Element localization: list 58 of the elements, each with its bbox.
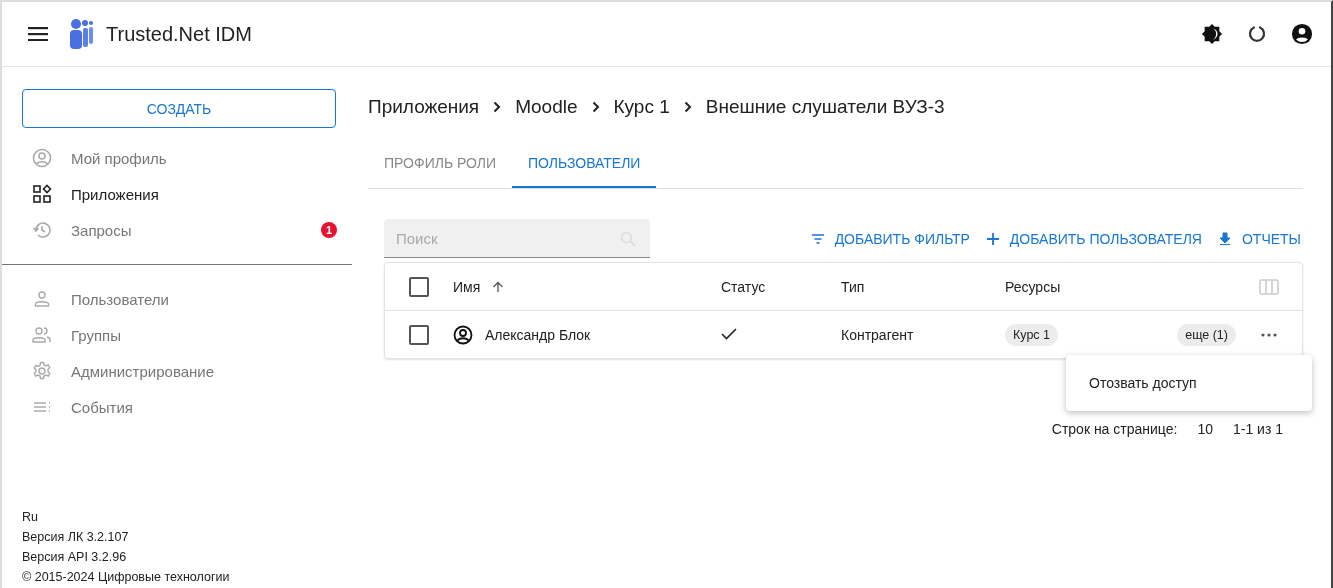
user-avatar-icon: [453, 324, 473, 345]
breadcrumb-link[interactable]: Приложения: [368, 96, 480, 118]
footer-text: Версия API 3.2.96: [22, 550, 128, 564]
nav-item[interactable]: Мой профиль: [32, 140, 352, 176]
column-header[interactable]: Ресурсы: [1005, 278, 1061, 295]
column-header[interactable]: Статус: [721, 278, 766, 295]
action-button[interactable]: ДОБАВИТЬ ФИЛЬТР: [808, 230, 972, 247]
column-header[interactable]: Имя: [453, 278, 481, 295]
breadcrumb-link[interactable]: Moodle: [515, 96, 578, 118]
rows-per-page-select[interactable]: 10: [1197, 421, 1213, 437]
chevron-icon: [683, 101, 692, 113]
nav-icon: [32, 325, 52, 345]
account-icon[interactable]: [1291, 23, 1313, 45]
chevron-icon: [591, 101, 600, 113]
more-chip[interactable]: еще (1): [1177, 323, 1236, 346]
table-cell: Контрагент: [841, 326, 914, 343]
app-title: Trusted.Net IDM: [106, 22, 252, 46]
spinner-icon: [1247, 24, 1267, 44]
checkbox[interactable]: [409, 324, 429, 345]
nav-item[interactable]: Группы: [32, 317, 352, 353]
nav-icon: [32, 184, 52, 204]
checkbox[interactable]: [409, 276, 429, 297]
breadcrumb-link[interactable]: Курс 1: [613, 96, 670, 118]
nav-item[interactable]: Пользователи: [32, 281, 352, 317]
nav-icon: [32, 361, 52, 381]
breadcrumb-current: Внешние слушатели ВУЗ-3: [705, 96, 945, 118]
notification-badge: 1: [321, 222, 337, 238]
menu-item[interactable]: Отозвать доступ: [1066, 355, 1312, 411]
create-button[interactable]: СОЗДАТЬ: [22, 89, 336, 128]
rows-per-page-label: Строк на странице:: [1051, 421, 1178, 437]
plus-icon: [985, 231, 1000, 246]
column-header[interactable]: Тип: [841, 278, 865, 295]
nav-item[interactable]: Администрирование: [32, 353, 352, 389]
chevron-icon: [493, 101, 502, 113]
nav-icon: [32, 220, 52, 240]
search-field[interactable]: Поиск: [384, 219, 650, 258]
menu-icon[interactable]: [28, 27, 48, 41]
resource-chip: Курс 1: [1005, 323, 1059, 346]
footer-text: Ru: [22, 510, 39, 524]
footer-text: Версия ЛК 3.2.107: [22, 530, 130, 544]
nav-item[interactable]: События: [32, 389, 352, 425]
page-range: 1-1 из 1: [1232, 421, 1283, 437]
download-icon: [1217, 231, 1232, 246]
nav-icon: [32, 289, 52, 309]
tab[interactable]: ПОЛЬЗОВАТЕЛИ: [511, 140, 657, 188]
theme-icon[interactable]: [1201, 23, 1223, 45]
table-cell: Александр Блок: [485, 326, 591, 343]
action-button[interactable]: ДОБАВИТЬ ПОЛЬЗОВАТЕЛЯ: [983, 230, 1204, 247]
footer-text: © 2015-2024 Цифровые технологии: [22, 570, 231, 584]
tab[interactable]: ПРОФИЛЬ РОЛИ: [368, 140, 512, 188]
nav-item[interactable]: Приложения: [32, 176, 352, 212]
nav-icon: [32, 148, 52, 168]
nav-item[interactable]: Запросы 1: [32, 212, 352, 248]
sort-arrow-icon[interactable]: [492, 280, 505, 293]
filter-icon: [810, 231, 825, 246]
action-button[interactable]: ОТЧЕТЫ: [1215, 230, 1303, 247]
logo-icon: [68, 19, 94, 49]
more-icon[interactable]: [1261, 332, 1277, 337]
